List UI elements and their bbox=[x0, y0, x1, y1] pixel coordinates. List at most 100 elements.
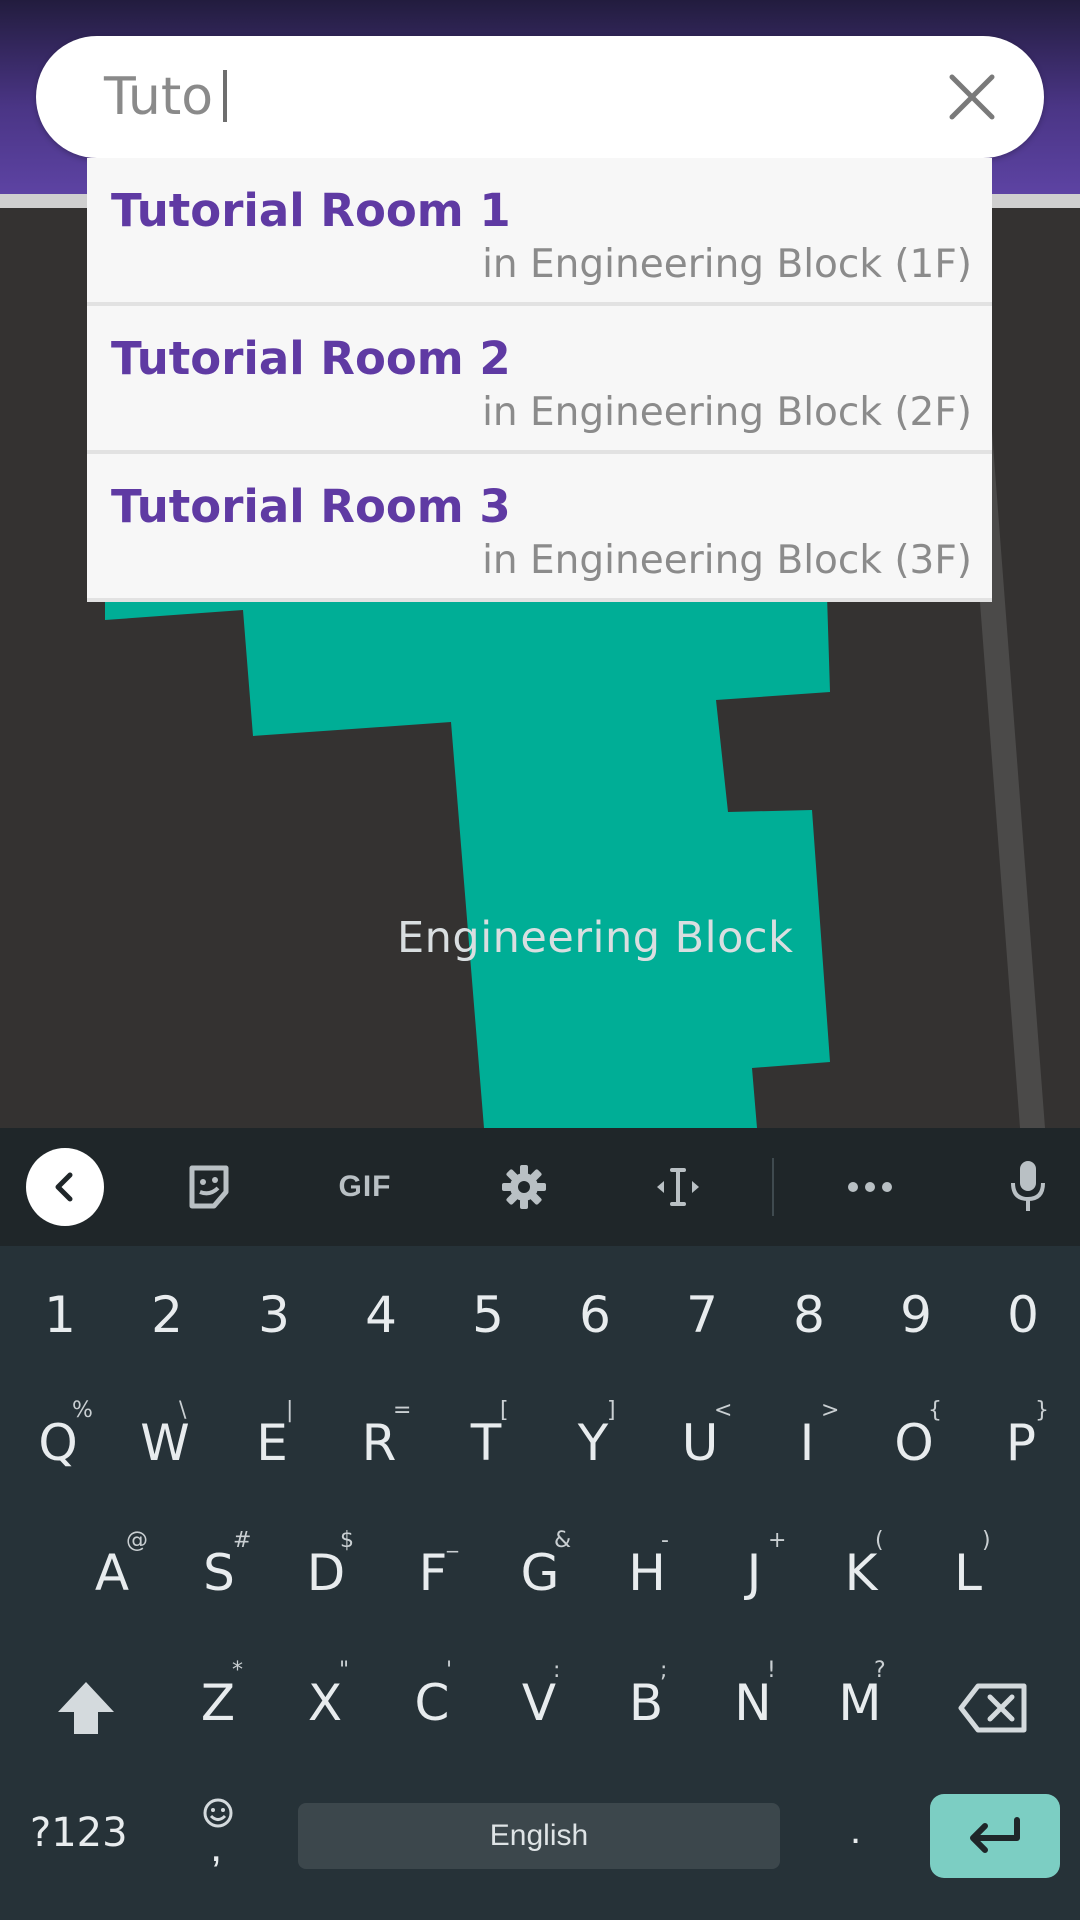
key-hint: } bbox=[1035, 1398, 1049, 1423]
suggestion-title: Tutorial Room 3 bbox=[111, 480, 511, 533]
keyboard-settings-button[interactable] bbox=[496, 1128, 552, 1246]
key-h[interactable]: H- bbox=[617, 1528, 677, 1618]
key-d[interactable]: D $ bbox=[296, 1528, 356, 1618]
keyboard-back-button[interactable] bbox=[26, 1148, 104, 1226]
text-cursor-button[interactable] bbox=[650, 1128, 706, 1246]
key-label: 5 bbox=[472, 1286, 504, 1344]
key-m[interactable]: M? bbox=[830, 1658, 890, 1748]
suggestion-item[interactable]: Tutorial Room 2 in Engineering Block (2F… bbox=[87, 306, 992, 454]
key-f[interactable]: F _ bbox=[403, 1528, 463, 1618]
key-label: 8 bbox=[793, 1286, 825, 1344]
key-label: 4 bbox=[365, 1286, 397, 1344]
suggestion-item[interactable]: Tutorial Room 3 in Engineering Block (3F… bbox=[87, 454, 992, 602]
key-hint: ) bbox=[982, 1528, 991, 1553]
suggestion-title: Tutorial Room 2 bbox=[111, 332, 511, 385]
key-hint: % bbox=[72, 1398, 93, 1423]
key-5[interactable]: 5 bbox=[458, 1270, 518, 1360]
key-hint: ] bbox=[607, 1398, 616, 1423]
key-x[interactable]: X " bbox=[295, 1658, 355, 1748]
key-7[interactable]: 7 bbox=[672, 1270, 732, 1360]
sticker-button[interactable] bbox=[178, 1128, 240, 1246]
key-g[interactable]: G & bbox=[510, 1528, 572, 1618]
key-l[interactable]: L) bbox=[938, 1528, 998, 1618]
enter-icon bbox=[970, 1817, 1020, 1853]
key-z[interactable]: Z * bbox=[188, 1658, 248, 1748]
key-n[interactable]: N! bbox=[723, 1658, 783, 1748]
key-label: C bbox=[414, 1674, 450, 1732]
period-key[interactable]: . bbox=[850, 1808, 861, 1853]
backspace-key[interactable] bbox=[958, 1682, 1030, 1734]
search-suggestions: Tutorial Room 1 in Engineering Block (1F… bbox=[87, 158, 992, 602]
key-hint: { bbox=[928, 1398, 942, 1423]
key-p[interactable]: P} bbox=[991, 1398, 1051, 1488]
key-u[interactable]: U < bbox=[670, 1398, 733, 1488]
key-c[interactable]: C ' bbox=[402, 1658, 462, 1748]
suggestion-subtitle: in Engineering Block (1F) bbox=[482, 242, 972, 287]
key-j[interactable]: J + bbox=[724, 1528, 787, 1618]
key-8[interactable]: 8 bbox=[779, 1270, 839, 1360]
key-hint: ; bbox=[660, 1658, 668, 1683]
space-key[interactable]: English bbox=[298, 1803, 780, 1869]
key-0[interactable]: 0 bbox=[993, 1270, 1053, 1360]
comma-label: , bbox=[210, 1822, 223, 1871]
key-9[interactable]: 9 bbox=[886, 1270, 946, 1360]
close-icon bbox=[949, 74, 995, 120]
building-label: Engineering Block bbox=[397, 913, 794, 963]
key-hint: & bbox=[554, 1528, 572, 1553]
microphone-icon bbox=[1011, 1161, 1045, 1211]
key-label: 0 bbox=[1007, 1286, 1039, 1344]
keyboard-toolbar: GIF bbox=[0, 1128, 1080, 1246]
enter-key[interactable] bbox=[930, 1794, 1060, 1878]
text-caret bbox=[223, 70, 228, 122]
key-k[interactable]: K( bbox=[831, 1528, 891, 1618]
key-3[interactable]: 3 bbox=[244, 1270, 304, 1360]
key-o[interactable]: O{ bbox=[884, 1398, 944, 1488]
backspace-icon bbox=[958, 1683, 1027, 1733]
sticker-icon bbox=[189, 1165, 229, 1209]
suggestion-item[interactable]: Tutorial Room 1 in Engineering Block (1F… bbox=[87, 158, 992, 306]
gif-button[interactable]: GIF bbox=[326, 1128, 404, 1246]
key-hint: - bbox=[661, 1528, 669, 1553]
emoji-comma-key[interactable]: , bbox=[198, 1796, 238, 1876]
key-label: 7 bbox=[686, 1286, 718, 1344]
key-e[interactable]: E | bbox=[242, 1398, 302, 1488]
key-s[interactable]: S # bbox=[189, 1528, 251, 1618]
key-hint: " bbox=[339, 1658, 350, 1683]
key-q[interactable]: Q% bbox=[28, 1398, 93, 1488]
key-1[interactable]: 1 bbox=[30, 1270, 90, 1360]
suggestion-title: Tutorial Room 1 bbox=[111, 184, 511, 237]
key-r[interactable]: R = bbox=[349, 1398, 412, 1488]
chevron-left-icon bbox=[55, 1172, 73, 1202]
key-4[interactable]: 4 bbox=[351, 1270, 411, 1360]
shift-key[interactable] bbox=[54, 1678, 118, 1738]
key-w[interactable]: W \ bbox=[135, 1398, 195, 1488]
key-v[interactable]: V: bbox=[509, 1658, 569, 1748]
key-i[interactable]: I > bbox=[777, 1398, 840, 1488]
gear-icon bbox=[502, 1165, 546, 1209]
key-hint: * bbox=[232, 1658, 243, 1683]
more-dots-icon bbox=[848, 1182, 892, 1192]
key-hint: | bbox=[286, 1398, 294, 1423]
clear-search-button[interactable] bbox=[942, 67, 1002, 127]
more-options-button[interactable] bbox=[844, 1128, 896, 1246]
key-a[interactable]: A @ bbox=[82, 1528, 148, 1618]
search-input-value: Tuto bbox=[104, 67, 214, 127]
voice-input-button[interactable] bbox=[1004, 1128, 1052, 1246]
key-hint: ( bbox=[875, 1528, 884, 1553]
key-label: 2 bbox=[151, 1286, 183, 1344]
text-cursor-icon bbox=[657, 1168, 699, 1206]
key-hint: [ bbox=[500, 1398, 509, 1423]
key-6[interactable]: 6 bbox=[565, 1270, 625, 1360]
search-input[interactable]: Tuto bbox=[104, 62, 228, 132]
symbols-key[interactable]: ?123 bbox=[30, 1810, 128, 1856]
key-t[interactable]: T[ bbox=[456, 1398, 516, 1488]
key-label: 3 bbox=[258, 1286, 290, 1344]
suggestion-subtitle: in Engineering Block (2F) bbox=[482, 390, 972, 435]
key-2[interactable]: 2 bbox=[137, 1270, 197, 1360]
key-hint: $ bbox=[340, 1528, 354, 1553]
key-hint: = bbox=[393, 1398, 412, 1423]
key-b[interactable]: B; bbox=[616, 1658, 676, 1748]
search-bar[interactable]: Tuto bbox=[36, 36, 1044, 158]
key-y[interactable]: Y] bbox=[563, 1398, 623, 1488]
key-hint: \ bbox=[179, 1398, 187, 1423]
